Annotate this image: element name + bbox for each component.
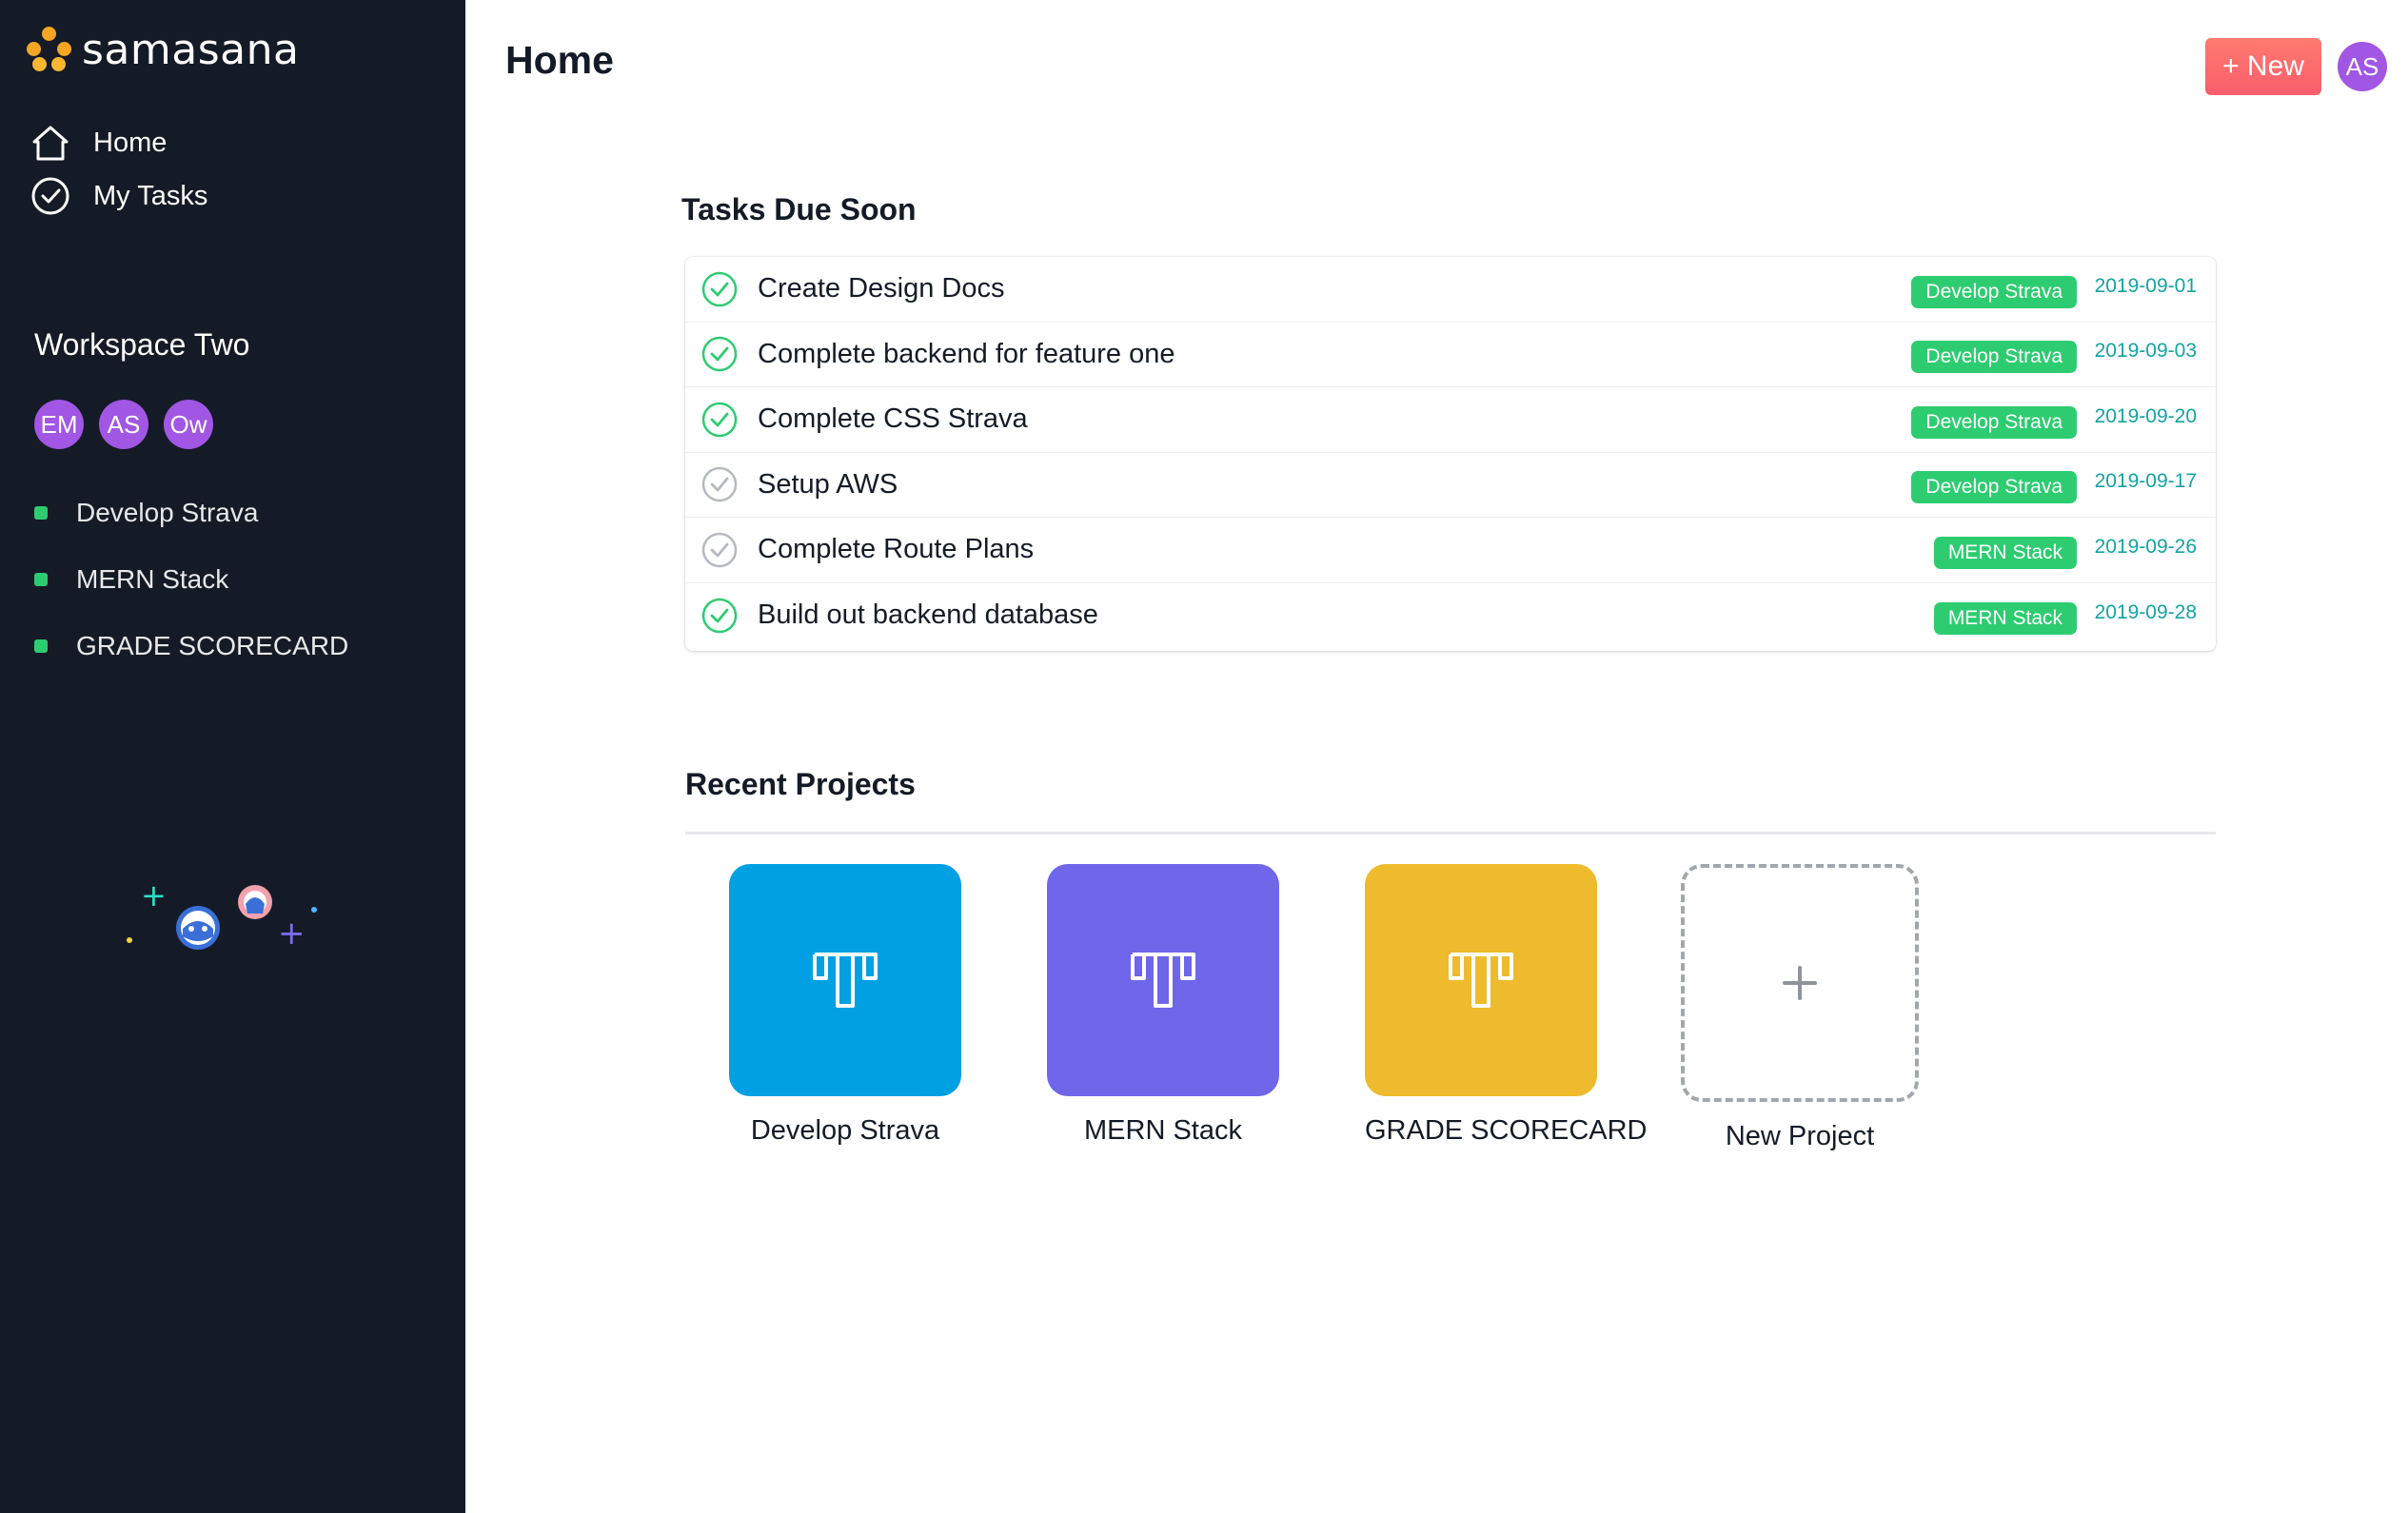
project-color-dot — [34, 506, 48, 520]
due-date: 2019-09-26 — [2094, 535, 2197, 558]
project-tile-box[interactable] — [1365, 864, 1597, 1096]
due-date: 2019-09-28 — [2094, 600, 2197, 623]
project-tile-box[interactable] — [729, 864, 961, 1096]
task-row[interactable]: Complete CSS Strava Develop Strava 2019-… — [685, 387, 2216, 453]
workspace-title: Workspace Two — [34, 327, 250, 362]
task-name: Complete backend for feature one — [758, 338, 1175, 369]
board-icon — [813, 953, 878, 1008]
sidebar-item-my-tasks[interactable]: My Tasks — [29, 169, 207, 223]
avatar[interactable]: EM — [34, 400, 84, 449]
avatar[interactable]: AS — [99, 400, 148, 449]
plus-icon — [1783, 966, 1817, 1000]
sidebar: samasana Home My Tasks Workspace Two EM … — [0, 0, 465, 1513]
project-color-dot — [34, 573, 48, 586]
project-tile-box[interactable] — [1047, 864, 1279, 1096]
sidebar-project-list: Develop Strava MERN Stack GRADE SCORECAR… — [34, 480, 348, 679]
sidebar-item-mern-stack[interactable]: MERN Stack — [34, 546, 348, 613]
check-circle-icon — [29, 174, 72, 218]
avatar[interactable]: Ow — [164, 400, 213, 449]
task-name: Build out backend database — [758, 599, 1098, 631]
project-tile-label: MERN Stack — [1084, 1115, 1242, 1146]
check-circle-icon[interactable] — [701, 401, 739, 439]
sidebar-item-grade-scorecard[interactable]: GRADE SCORECARD — [34, 613, 348, 679]
project-badge: Develop Strava — [1911, 275, 2077, 308]
task-row[interactable]: Create Design Docs Develop Strava 2019-0… — [685, 257, 2216, 323]
svg-text:+: + — [141, 885, 167, 914]
due-date: 2019-09-03 — [2094, 340, 2197, 363]
sidebar-item-label: MERN Stack — [76, 564, 229, 594]
user-avatar[interactable]: AS — [2338, 42, 2387, 91]
svg-text:+: + — [278, 914, 306, 953]
sidebar-item-label: Home — [93, 127, 168, 158]
check-circle-outline-icon[interactable] — [701, 531, 739, 569]
workspace-members: EM AS Ow — [34, 400, 228, 449]
project-badge: MERN Stack — [1933, 601, 2077, 635]
project-badge: MERN Stack — [1933, 536, 2077, 569]
page-title: Home — [505, 38, 614, 82]
logo[interactable]: samasana — [25, 23, 299, 76]
sidebar-nav: Home My Tasks — [29, 116, 207, 223]
task-name: Create Design Docs — [758, 273, 1005, 305]
sidebar-item-label: My Tasks — [93, 180, 208, 211]
board-icon — [1131, 953, 1195, 1008]
project-badge: Develop Strava — [1911, 471, 2077, 504]
recent-projects-title: Recent Projects — [685, 767, 916, 801]
due-date: 2019-09-20 — [2094, 404, 2197, 427]
sidebar-item-home[interactable]: Home — [29, 116, 207, 169]
project-tile-label: Develop Strava — [750, 1115, 940, 1146]
project-color-dot — [34, 639, 48, 653]
due-date: 2019-09-01 — [2094, 274, 2197, 297]
divider — [685, 832, 2216, 835]
sidebar-item-label: Develop Strava — [76, 498, 259, 527]
tasks-section-title: Tasks Due Soon — [681, 192, 917, 226]
project-tile-label: GRADE SCORECARD — [1365, 1115, 1648, 1146]
check-circle-icon[interactable] — [701, 335, 739, 373]
board-icon — [1449, 953, 1513, 1008]
project-tile-grade-scorecard[interactable]: GRADE SCORECARD — [1365, 864, 1648, 1147]
sidebar-item-develop-strava[interactable]: Develop Strava — [34, 480, 348, 546]
task-name: Setup AWS — [758, 468, 898, 500]
task-row[interactable]: Build out backend database MERN Stack 20… — [685, 583, 2216, 649]
task-name: Complete Route Plans — [758, 534, 1035, 565]
task-row[interactable]: Complete Route Plans MERN Stack 2019-09-… — [685, 518, 2216, 583]
due-date: 2019-09-17 — [2094, 470, 2197, 493]
new-button[interactable]: + New — [2205, 38, 2321, 95]
sidebar-item-label: GRADE SCORECARD — [76, 631, 349, 660]
tasks-list: Create Design Docs Develop Strava 2019-0… — [685, 257, 2216, 651]
project-badge: Develop Strava — [1911, 405, 2077, 439]
project-badge: Develop Strava — [1911, 341, 2077, 374]
home-icon — [29, 121, 72, 165]
check-circle-icon[interactable] — [701, 597, 739, 635]
check-circle-icon[interactable] — [701, 270, 739, 308]
logo-icon — [25, 25, 74, 74]
check-circle-outline-icon[interactable] — [701, 465, 739, 503]
new-project-button[interactable] — [1681, 864, 1919, 1102]
project-tile-develop-strava[interactable]: Develop Strava — [729, 864, 961, 1147]
project-tile-mern-stack[interactable]: MERN Stack — [1047, 864, 1279, 1147]
new-project-label: New Project — [1725, 1121, 1875, 1151]
task-row[interactable]: Setup AWS Develop Strava 2019-09-17 — [685, 453, 2216, 518]
team-avatars-illustration: + + — [120, 877, 339, 961]
task-name: Complete CSS Strava — [758, 403, 1028, 435]
logo-text: samasana — [82, 25, 300, 74]
task-row[interactable]: Complete backend for feature one Develop… — [685, 323, 2216, 387]
new-project-tile[interactable]: New Project — [1681, 864, 1919, 1152]
